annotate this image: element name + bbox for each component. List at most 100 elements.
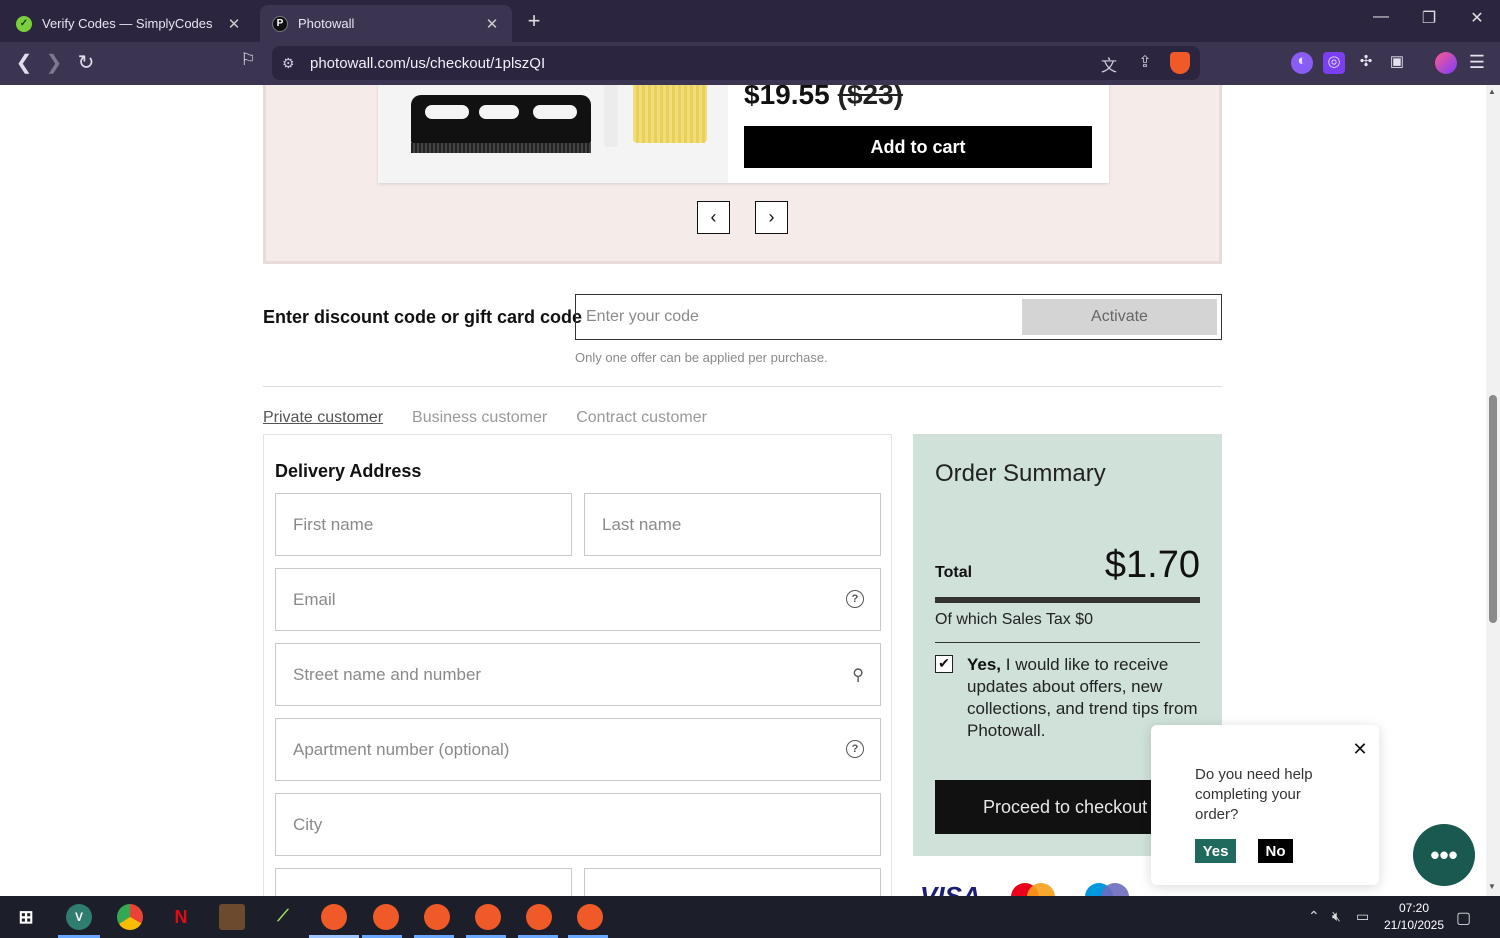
delivery-address-form: Delivery Address First name Last name Em… xyxy=(263,434,892,896)
optin-yes: Yes, xyxy=(967,655,1002,674)
help-yes-button[interactable]: Yes xyxy=(1195,839,1236,863)
city-placeholder: City xyxy=(293,814,323,834)
translate-icon[interactable]: 文 xyxy=(1098,52,1120,76)
volume-mute-icon[interactable]: 🔇︎ xyxy=(1332,908,1341,925)
scroll-up-icon[interactable]: ▲ xyxy=(1488,87,1496,96)
close-window-icon[interactable]: ✕ xyxy=(1462,8,1492,28)
windows-taskbar: ⊞ V N ⟋ ⌃ 🔇︎ ▭ 07:20 21/10/2025 ▢ xyxy=(0,896,1500,938)
brave-shields-icon[interactable] xyxy=(1170,52,1190,74)
tab-business-customer[interactable]: Business customer xyxy=(412,409,547,427)
brave-app-icon[interactable] xyxy=(475,904,501,930)
email-field[interactable]: Email? xyxy=(275,568,881,631)
brave-app-icon[interactable] xyxy=(373,904,399,930)
clock-time: 07:20 xyxy=(1398,901,1430,915)
help-icon[interactable]: ? xyxy=(846,590,864,608)
apartment-placeholder: Apartment number (optional) xyxy=(293,739,510,759)
notifications-icon[interactable]: ▢ xyxy=(1456,908,1471,928)
close-icon[interactable]: ✕ xyxy=(1349,739,1371,760)
extension-leo-icon[interactable]: ◐ xyxy=(1291,52,1313,74)
vscode-app-icon[interactable]: V xyxy=(66,904,92,930)
extension-icon[interactable]: ◎ xyxy=(1323,52,1345,74)
clock[interactable]: 07:20 21/10/2025 xyxy=(1378,900,1450,934)
summary-title: Order Summary xyxy=(935,460,1106,487)
chat-button[interactable]: ••• xyxy=(1413,824,1475,886)
wallpaper-smoother-image xyxy=(411,95,591,153)
netflix-app-icon[interactable]: N xyxy=(168,904,194,930)
city-field[interactable]: City xyxy=(275,793,881,856)
paste-brush-image xyxy=(633,85,707,143)
tab-contract-customer[interactable]: Contract customer xyxy=(576,409,707,427)
summary-divider xyxy=(935,642,1200,643)
tab-bar: ✓ Verify Codes — SimplyCodes ✕ P Photowa… xyxy=(0,0,1500,42)
apartment-field[interactable]: Apartment number (optional)? xyxy=(275,718,881,781)
first-name-placeholder: First name xyxy=(293,514,374,534)
tab-photowall[interactable]: P Photowall ✕ xyxy=(260,5,512,42)
state-field[interactable] xyxy=(275,868,572,896)
carousel-prev-button[interactable]: ‹ xyxy=(697,201,730,234)
discount-note: Only one offer can be applied per purcha… xyxy=(575,350,828,365)
checkout-page: $19.55 ($23) Add to cart ‹ › Enter discou… xyxy=(0,85,1486,896)
menu-icon[interactable]: ☰ xyxy=(1466,52,1488,74)
brave-app-icon[interactable] xyxy=(321,904,347,930)
tab-title: Photowall xyxy=(298,16,355,31)
carousel-next-button[interactable]: › xyxy=(755,201,788,234)
extensions-puzzle-icon[interactable]: ✣ xyxy=(1355,52,1377,74)
last-name-field[interactable]: Last name xyxy=(584,493,881,556)
newsletter-checkbox[interactable]: ✔ xyxy=(935,655,953,673)
scrollbar-thumb[interactable] xyxy=(1489,395,1497,623)
game-app-icon[interactable] xyxy=(219,904,245,930)
current-price: $19.55 xyxy=(744,85,830,110)
app-icon[interactable]: ⟋ xyxy=(270,904,296,930)
tab-private-customer[interactable]: Private customer xyxy=(263,409,383,427)
activate-button[interactable]: Activate xyxy=(1022,299,1217,335)
profile-icon[interactable] xyxy=(1435,52,1457,74)
street-field[interactable]: Street name and number ⚲ xyxy=(275,643,881,706)
back-icon[interactable]: ❮ xyxy=(10,50,38,75)
original-price: ($23) xyxy=(837,85,904,110)
summary-divider xyxy=(935,597,1200,603)
help-popup: ✕ Do you need help completing your order… xyxy=(1151,725,1379,885)
page-scrollbar[interactable]: ▲ ▼ xyxy=(1486,85,1500,896)
url-text[interactable]: photowall.com/us/checkout/1plszQI xyxy=(310,55,545,72)
brave-app-icon[interactable] xyxy=(424,904,450,930)
clock-date: 21/10/2025 xyxy=(1383,918,1445,932)
site-info-icon[interactable]: ⚙ xyxy=(282,55,310,72)
minimize-icon[interactable]: — xyxy=(1366,8,1396,26)
close-tab-icon[interactable]: ✕ xyxy=(226,15,242,33)
share-icon[interactable]: ⇪ xyxy=(1134,52,1156,76)
mastercard-logo xyxy=(1010,882,1055,896)
total-label: Total xyxy=(935,564,973,581)
discount-label: Enter discount code or gift card code xyxy=(263,307,583,327)
address-bar[interactable]: ⚙ photowall.com/us/checkout/1plszQI 文 ⇪ xyxy=(272,46,1200,80)
chevron-right-icon: › xyxy=(768,207,775,227)
maestro-logo xyxy=(1084,882,1129,896)
photowall-icon: P xyxy=(272,15,288,32)
scroll-down-icon[interactable]: ▼ xyxy=(1488,882,1496,891)
close-tab-icon[interactable]: ✕ xyxy=(484,15,500,33)
customer-type-tabs: Private customer Business customer Contr… xyxy=(263,409,707,427)
reload-icon[interactable]: ↻ xyxy=(72,50,100,75)
restore-icon[interactable]: ❐ xyxy=(1414,8,1444,28)
new-tab-icon[interactable]: + xyxy=(522,8,546,34)
forward-icon[interactable]: ❯ xyxy=(40,50,68,75)
tray-chevron-icon[interactable]: ⌃ xyxy=(1308,908,1320,925)
discount-code-input[interactable] xyxy=(576,295,1016,339)
tab-simplycodes[interactable]: ✓ Verify Codes — SimplyCodes ✕ xyxy=(4,5,254,42)
network-icon[interactable]: ▭ xyxy=(1356,908,1369,925)
zip-field[interactable] xyxy=(584,868,881,896)
first-name-field[interactable]: First name xyxy=(275,493,572,556)
help-icon[interactable]: ? xyxy=(846,740,864,758)
bookmark-icon[interactable]: ⚐ xyxy=(234,50,262,70)
wallet-icon[interactable]: ▣ xyxy=(1386,52,1408,74)
add-to-cart-button[interactable]: Add to cart xyxy=(744,126,1092,168)
brave-app-icon[interactable] xyxy=(577,904,603,930)
help-no-button[interactable]: No xyxy=(1258,839,1293,863)
chat-bubble-icon: ••• xyxy=(1430,839,1458,870)
search-icon[interactable]: ⚲ xyxy=(852,665,864,685)
chrome-app-icon[interactable] xyxy=(117,904,143,930)
product-card: $19.55 ($23) Add to cart xyxy=(378,85,1109,183)
total-value: $1.70 xyxy=(1104,544,1200,586)
brave-app-icon[interactable] xyxy=(526,904,552,930)
simplycodes-icon: ✓ xyxy=(16,15,32,32)
windows-start-icon[interactable]: ⊞ xyxy=(13,904,39,930)
